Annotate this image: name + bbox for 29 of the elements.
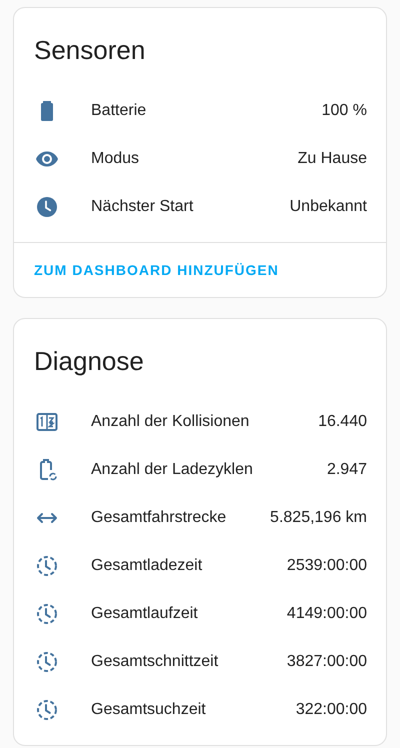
entity-value: 100 % <box>322 102 367 120</box>
counter-icon <box>35 410 59 434</box>
entity-value: 4149:00:00 <box>286 605 367 623</box>
entity-name: Gesamtschnittzeit <box>91 653 220 671</box>
card-title: Diagnose <box>33 345 145 378</box>
clock-icon <box>35 195 59 219</box>
entity-value: 3827:00:00 <box>286 653 367 671</box>
entity-value: 322:00:00 <box>296 701 367 719</box>
entity-name: Gesamtsuchzeit <box>91 701 207 719</box>
dashed-clock-icon <box>35 650 59 674</box>
entity-value: 16.440 <box>318 413 367 431</box>
dashed-clock-icon <box>35 698 59 722</box>
entity-value: Unbekannt <box>290 198 367 216</box>
entity-value: 5.825,196 km <box>270 509 367 527</box>
entity-value: 2539:00:00 <box>286 557 367 575</box>
entity-name: Nächster Start <box>91 198 194 216</box>
dashed-clock-icon <box>35 602 59 626</box>
entity-name: Anzahl der Kollisionen <box>91 413 250 431</box>
entity-value: Zu Hause <box>298 150 367 168</box>
entity-name: Anzahl der Ladezyklen <box>91 461 254 479</box>
entity-name: Modus <box>91 150 140 168</box>
add-to-dashboard-button[interactable]: ZUM DASHBOARD HINZUFÜGEN <box>26 254 287 286</box>
entity-name: Gesamtfahrstrecke <box>91 509 228 527</box>
entity-name: Gesamtlaufzeit <box>91 605 199 623</box>
card-title: Sensoren <box>33 34 146 67</box>
dashed-clock-icon <box>35 554 59 578</box>
entity-value: 2.947 <box>326 461 367 479</box>
entity-name: Gesamtladezeit <box>91 557 204 575</box>
entity-name: Batterie <box>91 102 148 120</box>
